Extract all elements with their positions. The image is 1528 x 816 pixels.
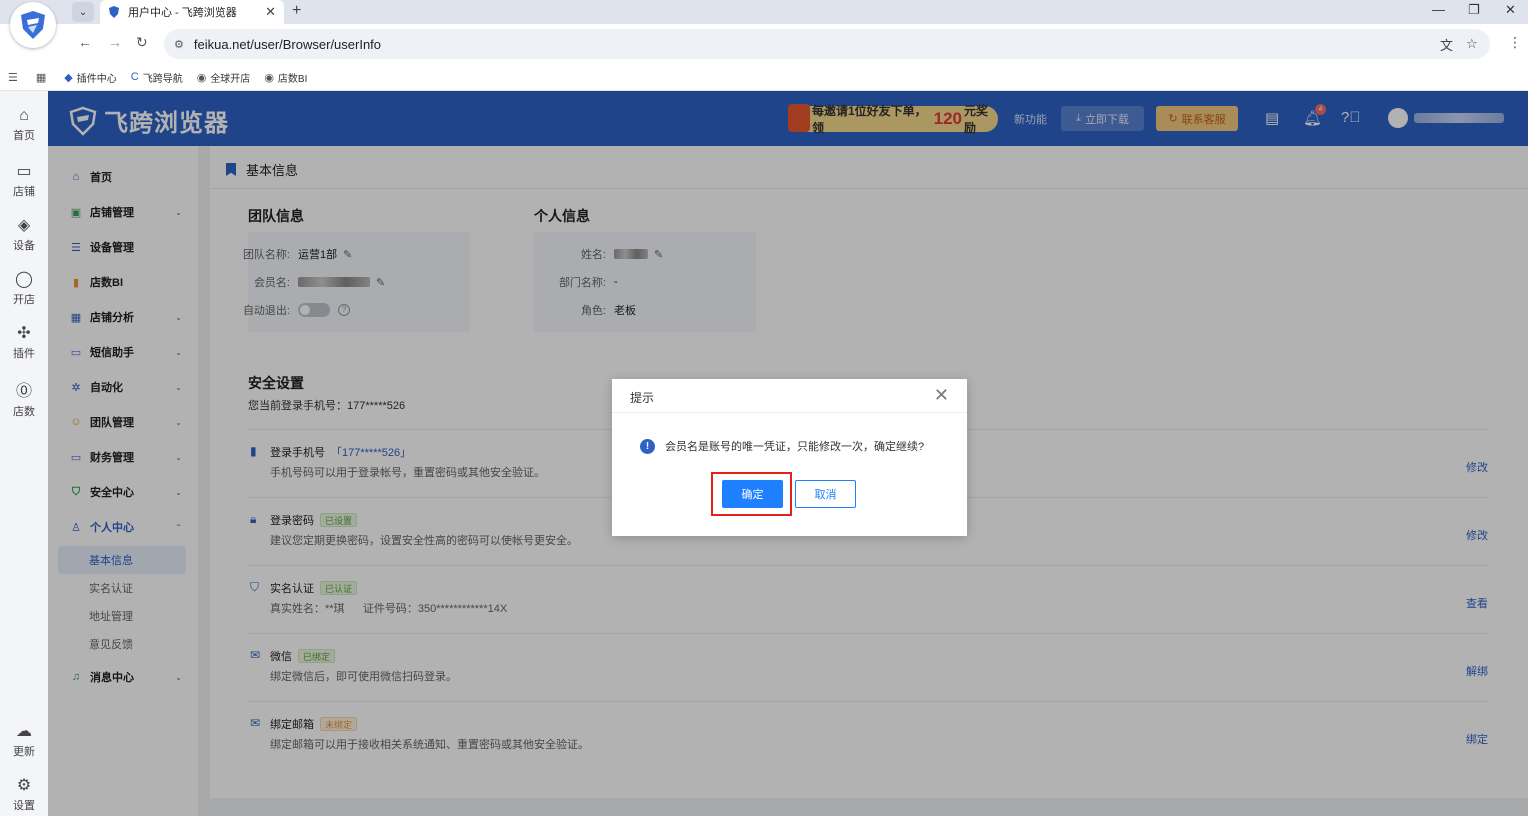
left-rail: ⌂ 首页 ▭ 店铺 ◈ 设备 ◯ 开店 ✣ 插件 ⓪ 店数 ☁ 更新 ⚙ 设置 <box>0 91 48 816</box>
shield-logo-icon <box>21 11 45 39</box>
bookmark-label: 插件中心 <box>76 73 117 85</box>
confirm-dialog: 提示 ✕ ! 会员名是账号的唯一凭证，只能修改一次，确定继续? 确定 取消 <box>612 379 967 536</box>
tab-list-button[interactable]: ⌄ <box>72 2 94 22</box>
rail-item-bi[interactable]: ⓪ 店数 <box>0 377 48 419</box>
bookmark-label: 全球开店 <box>210 73 251 85</box>
browser-logo[interactable] <box>10 2 56 48</box>
bookmark-label: 飞跨导航 <box>142 73 183 85</box>
omnibox[interactable]: ⚙ feikua.net/user/Browser/userInfo 文 ☆ <box>164 29 1490 59</box>
url-text[interactable]: feikua.net/user/Browser/userInfo <box>194 37 381 52</box>
confirm-button[interactable]: 确定 <box>722 480 783 508</box>
layers-icon: ◈ <box>17 217 31 234</box>
rail-label: 店铺 <box>13 186 35 198</box>
info-icon: ! <box>640 438 655 454</box>
store-icon: ▭ <box>16 163 32 180</box>
minimize-icon[interactable]: — <box>1432 2 1445 17</box>
rail-item-store[interactable]: ▭ 店铺 <box>0 161 48 199</box>
home-icon: ⌂ <box>19 107 29 124</box>
tab-title: 用户中心 - 飞跨浏览器 <box>128 7 237 19</box>
rail-item-open-store[interactable]: ◯ 开店 <box>0 269 48 307</box>
c-logo-icon: C <box>130 71 139 83</box>
reload-icon[interactable]: ↻ <box>136 34 148 51</box>
bookmark-item[interactable]: ◆ 插件中心 <box>64 70 116 85</box>
menu-dots-icon[interactable]: ⋮ <box>1508 34 1522 51</box>
address-bar-row: ← → ↻ ⚙ feikua.net/user/Browser/userInfo… <box>0 24 1528 64</box>
bookmarks-bar: ☰ ▦ ◆ 插件中心 C 飞跨导航 ◉ 全球开店 ◉ 店数BI <box>0 64 1528 91</box>
cancel-button[interactable]: 取消 <box>795 480 856 508</box>
tab-close-icon[interactable]: ✕ <box>265 4 276 20</box>
bookmark-star-icon[interactable]: ☆ <box>1466 36 1478 52</box>
dialog-title: 提示 <box>630 391 655 405</box>
translate-icon[interactable]: 文 <box>1440 35 1453 54</box>
tab-active[interactable]: 用户中心 - 飞跨浏览器 ✕ <box>100 0 284 24</box>
rail-label: 设备 <box>13 240 35 252</box>
rail-item-device[interactable]: ◈ 设备 <box>0 215 48 253</box>
globe-icon: ◉ <box>264 71 274 84</box>
rail-label: 店数 <box>13 406 35 418</box>
planet-icon: ◯ <box>15 271 33 288</box>
rail-item-plugins[interactable]: ✣ 插件 <box>0 323 48 361</box>
browser-tabbar: ⌄ 用户中心 - 飞跨浏览器 ✕ + — ❐ ✕ <box>0 0 1528 24</box>
window-close-icon[interactable]: ✕ <box>1505 2 1516 18</box>
apps-grid-icon[interactable]: ▦ <box>36 71 50 84</box>
cloud-icon: ☁ <box>16 723 32 740</box>
rail-item-home[interactable]: ⌂ 首页 <box>0 107 48 143</box>
dialog-divider <box>612 412 967 413</box>
dialog-message: 会员名是账号的唯一凭证，只能修改一次，确定继续? <box>665 441 925 453</box>
forward-icon[interactable]: → <box>108 34 122 50</box>
bi-icon: ⓪ <box>15 383 32 400</box>
puzzle-icon: ✣ <box>17 325 31 342</box>
new-tab-button[interactable]: + <box>292 2 301 20</box>
bookmark-item[interactable]: C 飞跨导航 <box>131 70 183 85</box>
sidebar-toggle-icon[interactable]: ☰ <box>8 71 22 84</box>
back-icon[interactable]: ← <box>78 34 92 50</box>
rail-label: 更新 <box>13 746 35 758</box>
tab-favicon-icon <box>109 6 119 18</box>
rail-item-update[interactable]: ☁ 更新 <box>0 721 48 759</box>
bookmark-label: 店数BI <box>277 73 308 85</box>
gear-icon: ⚙ <box>16 777 32 794</box>
rail-item-settings[interactable]: ⚙ 设置 <box>0 775 48 813</box>
site-settings-icon[interactable]: ⚙ <box>174 38 184 51</box>
bookmark-item[interactable]: ◉ 店数BI <box>264 70 307 85</box>
globe-icon: ◉ <box>196 71 207 84</box>
rail-label: 插件 <box>13 348 35 360</box>
bookmark-item[interactable]: ◉ 全球开店 <box>197 70 251 85</box>
shield-icon: ◆ <box>64 71 73 84</box>
dialog-message-row: ! 会员名是账号的唯一凭证，只能修改一次，确定继续? <box>640 438 924 454</box>
close-icon[interactable]: ✕ <box>934 385 949 406</box>
restore-icon[interactable]: ❐ <box>1468 2 1480 18</box>
rail-label: 开店 <box>13 294 35 306</box>
rail-label: 设置 <box>13 800 35 812</box>
rail-label: 首页 <box>13 130 35 142</box>
